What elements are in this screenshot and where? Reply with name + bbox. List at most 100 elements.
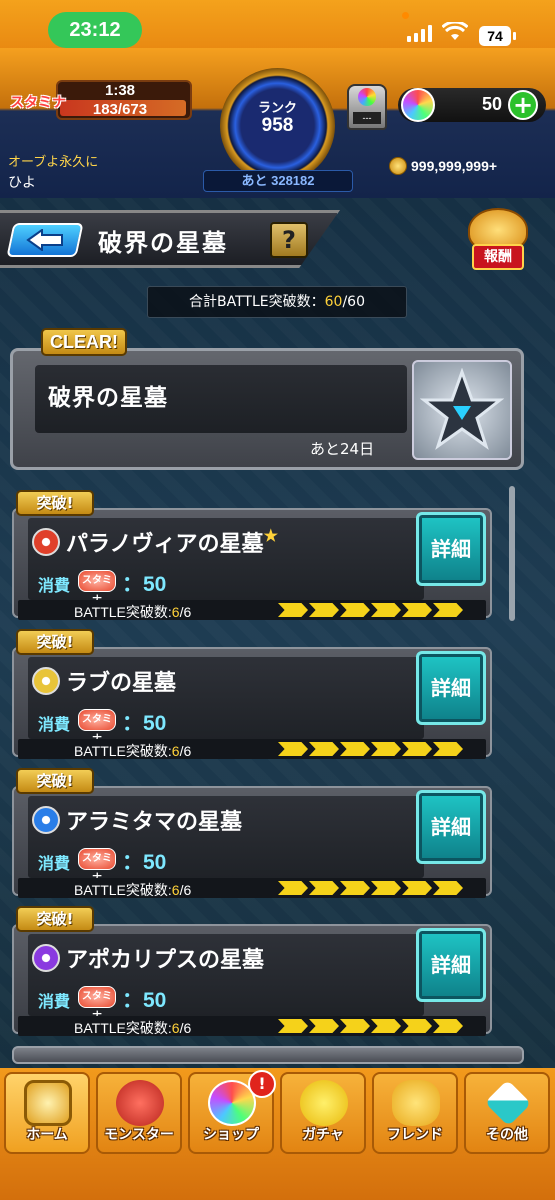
battle-progress-chevrons (278, 1019, 463, 1033)
stamina-cost-value: ：50 (122, 989, 167, 1012)
battle-progress-label: BATTLE突破数: (74, 882, 172, 898)
progress-chevron (309, 881, 339, 895)
gold-coin-icon (389, 157, 407, 175)
add-orb-button[interactable]: + (508, 90, 538, 120)
rank-label: ランク (257, 101, 297, 116)
stage-list[interactable]: 突破! パラノヴィアの星墓★ 消費 スタミナ ：50 詳細 BATTLE突破数:… (0, 480, 555, 1052)
monster-icon (116, 1080, 164, 1126)
stage-list-scrollbar[interactable] (509, 486, 515, 621)
progress-chevron (340, 1019, 370, 1033)
progress-chevron (340, 881, 370, 895)
stamina-chip-icon: スタミナ (78, 986, 116, 1022)
battle-progress-chevrons (278, 603, 463, 617)
break-badge: 突破! (16, 490, 94, 516)
element-icon (32, 667, 60, 695)
progress-chevron (433, 881, 463, 895)
nav-item[interactable]: その他 (464, 1072, 550, 1154)
gold-count: 999,999,999+ (411, 158, 498, 174)
stage-name: ラブの星墓 (66, 665, 176, 697)
progress-chevron (402, 603, 432, 617)
battle-progress-total: /6 (179, 1020, 192, 1036)
progress-chevron (433, 742, 463, 756)
nav-item[interactable]: ガチャ (280, 1072, 366, 1154)
detail-button[interactable]: 詳細 (416, 928, 486, 1002)
total-battle-break-count: 合計BATTLE突破数：60/60 (147, 286, 407, 318)
element-icon (32, 944, 60, 972)
detail-button[interactable]: 詳細 (416, 651, 486, 725)
detail-button[interactable]: 詳細 (416, 790, 486, 864)
stage-name-text: ラブの星墓 (66, 670, 177, 696)
nav-item[interactable]: フレンド (372, 1072, 458, 1154)
stamina-value: 183/673 (92, 101, 148, 118)
break-badge: 突破! (16, 768, 94, 794)
detail-button[interactable]: 詳細 (416, 512, 486, 586)
battle-progress-text: BATTLE突破数:6/6 (74, 741, 191, 761)
reward-button[interactable]: 報酬 (468, 208, 528, 272)
orb-ball-icon (358, 88, 376, 106)
star-emblem-icon (420, 368, 504, 450)
progress-chevron (371, 742, 401, 756)
stage-name: パラノヴィアの星墓★ (66, 526, 278, 558)
battle-progress-label: BATTLE突破数: (74, 743, 172, 759)
battle-progress-total: /6 (179, 604, 192, 620)
stage-card[interactable]: 突破! アラミタマの星墓 消費 スタミナ ：50 詳細 BATTLE突破数:6/… (12, 768, 494, 898)
friend-icon (392, 1080, 440, 1126)
progress-chevron (278, 742, 308, 756)
progress-chevron (371, 603, 401, 617)
stamina-cost-value: ：50 (122, 712, 167, 735)
progress-chevron (278, 881, 308, 895)
progress-chevron (278, 1019, 308, 1033)
progress-chevron (371, 881, 401, 895)
clear-badge: CLEAR! (41, 328, 127, 356)
battle-progress-text: BATTLE突破数:6/6 (74, 880, 191, 900)
stamina-timer: 1:38 (104, 82, 136, 99)
battle-progress-chevrons (278, 742, 463, 756)
wifi-icon (442, 22, 468, 40)
progress-chevron (402, 742, 432, 756)
total-break-prefix: 合計BATTLE突破数： (189, 294, 325, 310)
orb-machine-icon[interactable]: --- (347, 84, 387, 130)
battle-progress-current: 6 (171, 882, 180, 898)
break-badge: 突破! (16, 906, 94, 932)
stamina-cost-label: 消費 (38, 715, 71, 734)
home-icon (24, 1080, 72, 1126)
stage-card[interactable]: 突破! パラノヴィアの星墓★ 消費 スタミナ ：50 詳細 BATTLE突破数:… (12, 490, 494, 620)
stage-name: アポカリプスの星墓 (66, 942, 264, 974)
battle-progress-text: BATTLE突破数:6/6 (74, 602, 191, 622)
stamina-cost-value: ：50 (122, 573, 167, 596)
total-break-current: 60 (324, 294, 343, 310)
progress-chevron (433, 603, 463, 617)
progress-chevron (371, 1019, 401, 1033)
other-icon (484, 1079, 532, 1127)
battle-progress-label: BATTLE突破数: (74, 1020, 172, 1036)
stage-card[interactable]: 突破! ラブの星墓 消費 スタミナ ：50 詳細 BATTLE突破数:6/6 (12, 629, 494, 759)
nav-label: ホーム (26, 1127, 68, 1143)
nav-item[interactable]: ホーム (4, 1072, 90, 1154)
back-button[interactable] (6, 223, 84, 257)
status-time: 23:12 (48, 12, 142, 48)
element-icon (32, 528, 60, 556)
battle-progress-current: 6 (171, 1020, 180, 1036)
battle-progress-total: /6 (179, 743, 192, 759)
nav-label: ガチャ (302, 1127, 344, 1143)
rank-value: 958 (261, 115, 294, 136)
nav-item[interactable]: モンスター (96, 1072, 182, 1154)
break-badge: 突破! (16, 629, 94, 655)
stage-card[interactable]: 突破! アポカリプスの星墓 消費 スタミナ ：50 詳細 BATTLE突破数:6… (12, 906, 494, 1036)
battle-progress-total: /6 (179, 882, 192, 898)
total-break-total: /60 (342, 294, 365, 310)
help-button[interactable]: ? (270, 222, 308, 258)
element-icon (32, 806, 60, 834)
orb-machine-label: --- (353, 112, 381, 124)
stamina-cost-label: 消費 (38, 576, 71, 595)
event-title: 破界の星墓 (48, 384, 168, 411)
progress-chevron (278, 603, 308, 617)
star-icon: ★ (263, 526, 278, 545)
nav-label: モンスター (104, 1127, 174, 1143)
progress-chevron (433, 1019, 463, 1033)
cellular-signal-icon (407, 24, 432, 42)
progress-chevron (309, 1019, 339, 1033)
stamina-label: スタミナ (10, 95, 66, 111)
battle-progress-label: BATTLE突破数: (74, 604, 172, 620)
progress-chevron (309, 742, 339, 756)
